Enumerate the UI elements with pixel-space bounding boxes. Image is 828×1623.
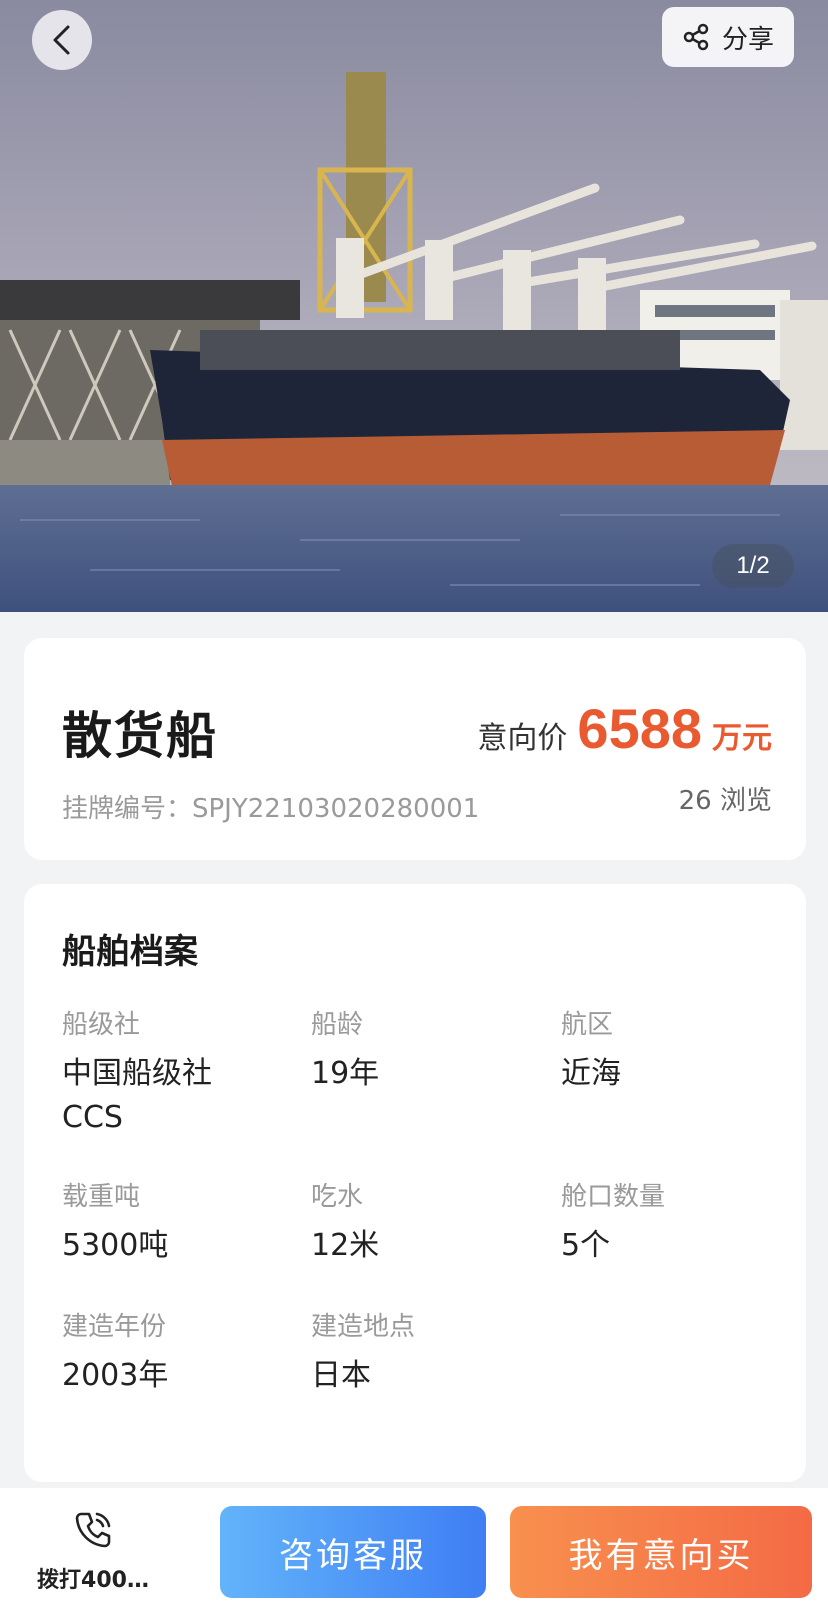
bottom-action-bar: 拨打400… 咨询客服 我有意向买 (0, 1488, 828, 1623)
spec-label: 航区 (561, 1010, 614, 1040)
spec-label: 舱口数量 (561, 1182, 666, 1212)
spec-deadweight: 载重吨 5300吨 (62, 1180, 302, 1268)
spec-value: 19年 (311, 1056, 380, 1091)
image-counter: 1/2 (712, 544, 794, 588)
view-count: 26 浏览 (678, 786, 772, 816)
share-label: 分享 (721, 24, 774, 55)
spec-label: 船龄 (311, 1010, 364, 1040)
price-row: 意向价 6588 万元 (477, 696, 772, 761)
share-icon (683, 23, 709, 51)
price-value: 6588 (577, 697, 702, 760)
spec-label: 建造年份 (62, 1312, 167, 1342)
spec-value: 日本 (311, 1358, 371, 1393)
spec-value: 2003年 (62, 1358, 169, 1393)
share-button[interactable]: 分享 (662, 7, 794, 67)
spec-label: 吃水 (311, 1182, 364, 1212)
section-title: 船舶档案 (62, 932, 198, 972)
price-label: 意向价 (477, 721, 568, 756)
listing-number: 挂牌编号：SPJY22103020280001 (62, 794, 480, 824)
phone-icon (75, 1512, 111, 1548)
spec-build-place: 建造地点 日本 (311, 1310, 551, 1398)
spec-draft: 吃水 12米 (311, 1180, 551, 1268)
call-label: 拨打400… (37, 1568, 149, 1593)
chevron-left-icon (53, 25, 70, 55)
spec-label: 载重吨 (62, 1182, 141, 1212)
ship-profile-card: 船舶档案 船级社 中国船级社 CCS 船龄 19年 航区 近海 载重吨 5300… (24, 884, 806, 1482)
spec-value: 5300吨 (62, 1228, 169, 1263)
spec-ship-age: 船龄 19年 (311, 1008, 551, 1096)
spec-build-year: 建造年份 2003年 (62, 1310, 302, 1398)
price-unit: 万元 (712, 721, 772, 756)
spec-value: 中国船级社 CCS (62, 1056, 212, 1135)
ship-photo (0, 0, 828, 612)
intent-to-buy-button[interactable]: 我有意向买 (510, 1506, 812, 1598)
photo-gallery[interactable]: 分享 1/2 (0, 0, 828, 612)
back-button[interactable] (32, 10, 92, 70)
call-button[interactable]: 拨打400… (28, 1508, 158, 1594)
spec-value: 12米 (311, 1228, 380, 1263)
spec-value: 5个 (561, 1228, 611, 1263)
spec-value: 近海 (561, 1056, 621, 1091)
spec-navigation-area: 航区 近海 (561, 1008, 801, 1096)
consult-service-button[interactable]: 咨询客服 (220, 1506, 486, 1598)
spec-label: 船级社 (62, 1010, 141, 1040)
spec-classification-society: 船级社 中国船级社 CCS (62, 1008, 302, 1140)
spec-label: 建造地点 (311, 1312, 416, 1342)
spec-hatch-count: 舱口数量 5个 (561, 1180, 801, 1268)
ship-type-title: 散货船 (62, 707, 218, 765)
listing-summary-card: 散货船 意向价 6588 万元 挂牌编号：SPJY22103020280001 … (24, 638, 806, 860)
